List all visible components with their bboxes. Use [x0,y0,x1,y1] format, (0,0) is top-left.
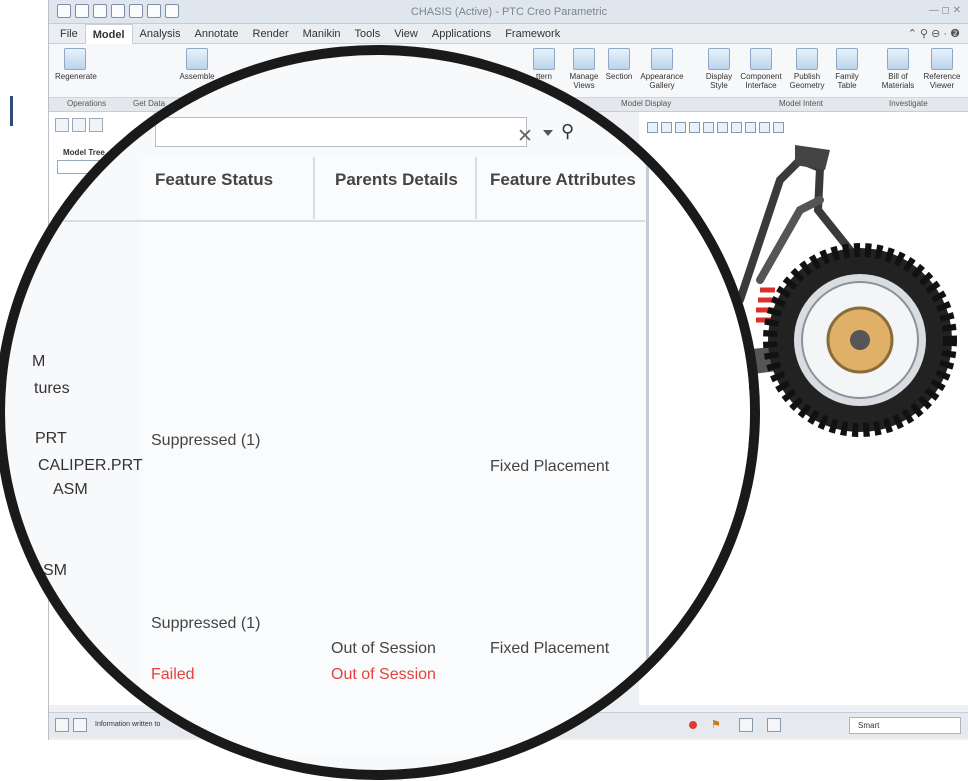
menu-framework[interactable]: Framework [498,24,567,44]
reference-viewer-icon [931,48,953,70]
group-get-data[interactable]: Get Data [133,99,165,108]
clear-search-icon[interactable]: ✕ [517,125,533,148]
regenerate-icon [64,48,86,70]
parents-details-cell: Out of Session [331,640,436,657]
tree-search-input[interactable] [155,117,527,147]
title-bar: CHASIS (Active) - PTC Creo Parametric — … [49,0,968,24]
feature-status-cell: Suppressed (1) [151,432,261,449]
family-table-button[interactable]: Family Table [831,48,863,90]
menu-bar: File Model Analysis Annotate Render Mani… [49,23,968,44]
help-icons[interactable]: ⌃ ⚲ ⊖ · ❷ [908,27,960,40]
group-model-intent[interactable]: Model Intent [779,99,823,108]
tree-node-fragment[interactable]: PRT [35,430,67,448]
parents-details-failed-cell: Out of Session [331,666,436,683]
assemble-icon [186,48,208,70]
manage-views-button[interactable]: Manage Views [567,48,601,90]
selection-filter-select[interactable]: Smart [849,717,961,734]
section-icon [608,48,630,70]
menu-tools[interactable]: Tools [348,24,388,44]
regenerate-button[interactable]: Regenerate [55,48,97,81]
orient-icon[interactable] [773,122,784,133]
assemble-button[interactable]: Assemble [175,48,219,81]
search-dropdown-icon[interactable] [543,130,553,136]
bill-of-materials-icon [887,48,909,70]
reference-viewer-button[interactable]: Reference Viewer [921,48,963,90]
column-feature-status[interactable]: Feature Status [155,170,273,190]
family-table-icon [836,48,858,70]
menu-manikin[interactable]: Manikin [296,24,348,44]
menu-analysis[interactable]: Analysis [133,24,188,44]
bill-of-materials-button[interactable]: Bill of Materials [879,48,917,90]
feature-attributes-cell: Fixed Placement [490,640,610,657]
feature-attributes-cell: Fixed Placement [490,458,610,475]
tree-tabs [55,118,103,132]
tree-node-fragment[interactable]: tures [34,380,70,398]
model-tree-title: Model Tree [63,148,105,157]
selection-buffer-icon[interactable] [767,718,781,732]
panel-right-edge [646,155,649,770]
menu-applications[interactable]: Applications [425,24,498,44]
section-button[interactable]: Section [603,48,635,81]
feature-status-cell: Suppressed (1) [151,615,261,632]
column-divider[interactable] [475,157,477,219]
tree-node-fragment[interactable]: ASM [53,481,88,499]
component-interface-icon [750,48,772,70]
folder-browser-tab-icon[interactable] [72,118,86,132]
tree-node-fragment[interactable]: SM [43,562,67,580]
menu-model[interactable]: Model [84,23,133,44]
show-browser-icon[interactable] [73,718,87,732]
menu-render[interactable]: Render [246,24,296,44]
page-accent-bar [10,96,13,126]
header-divider [5,220,645,222]
window-title: CHASIS (Active) - PTC Creo Parametric [410,6,608,18]
menu-file[interactable]: File [53,24,85,44]
seat-bracket [795,145,830,170]
manage-views-icon [573,48,595,70]
group-operations[interactable]: Operations [67,99,106,108]
column-feature-attributes[interactable]: Feature Attributes [490,170,636,190]
publish-geometry-button[interactable]: Publish Geometry [787,48,827,90]
tree-node-fragment[interactable]: M [32,353,45,371]
spin-center-icon[interactable] [759,122,770,133]
show-navigator-icon[interactable] [55,718,69,732]
window-controls[interactable]: — ◻ ✕ [929,5,961,16]
tree-node-fragment[interactable]: CALIPER.PRT [38,457,143,475]
column-parents-details[interactable]: Parents Details [335,170,458,190]
feature-status-failed-cell: Failed [151,666,195,683]
group-investigate[interactable]: Investigate [889,99,928,108]
model-tree-tab-icon[interactable] [55,118,69,132]
menu-view[interactable]: View [387,24,425,44]
publish-geometry-icon [796,48,818,70]
column-divider[interactable] [313,157,315,219]
menu-annotate[interactable]: Annotate [187,24,245,44]
favorites-tab-icon[interactable] [89,118,103,132]
wheel-hub [850,330,870,350]
binoculars-icon[interactable]: ⚲ [561,121,574,142]
pattern-icon [533,48,555,70]
lens-viewport-area [649,55,750,770]
magnifier-lens: ✕ ⚲ Feature Status Parents Details Featu… [0,45,760,780]
